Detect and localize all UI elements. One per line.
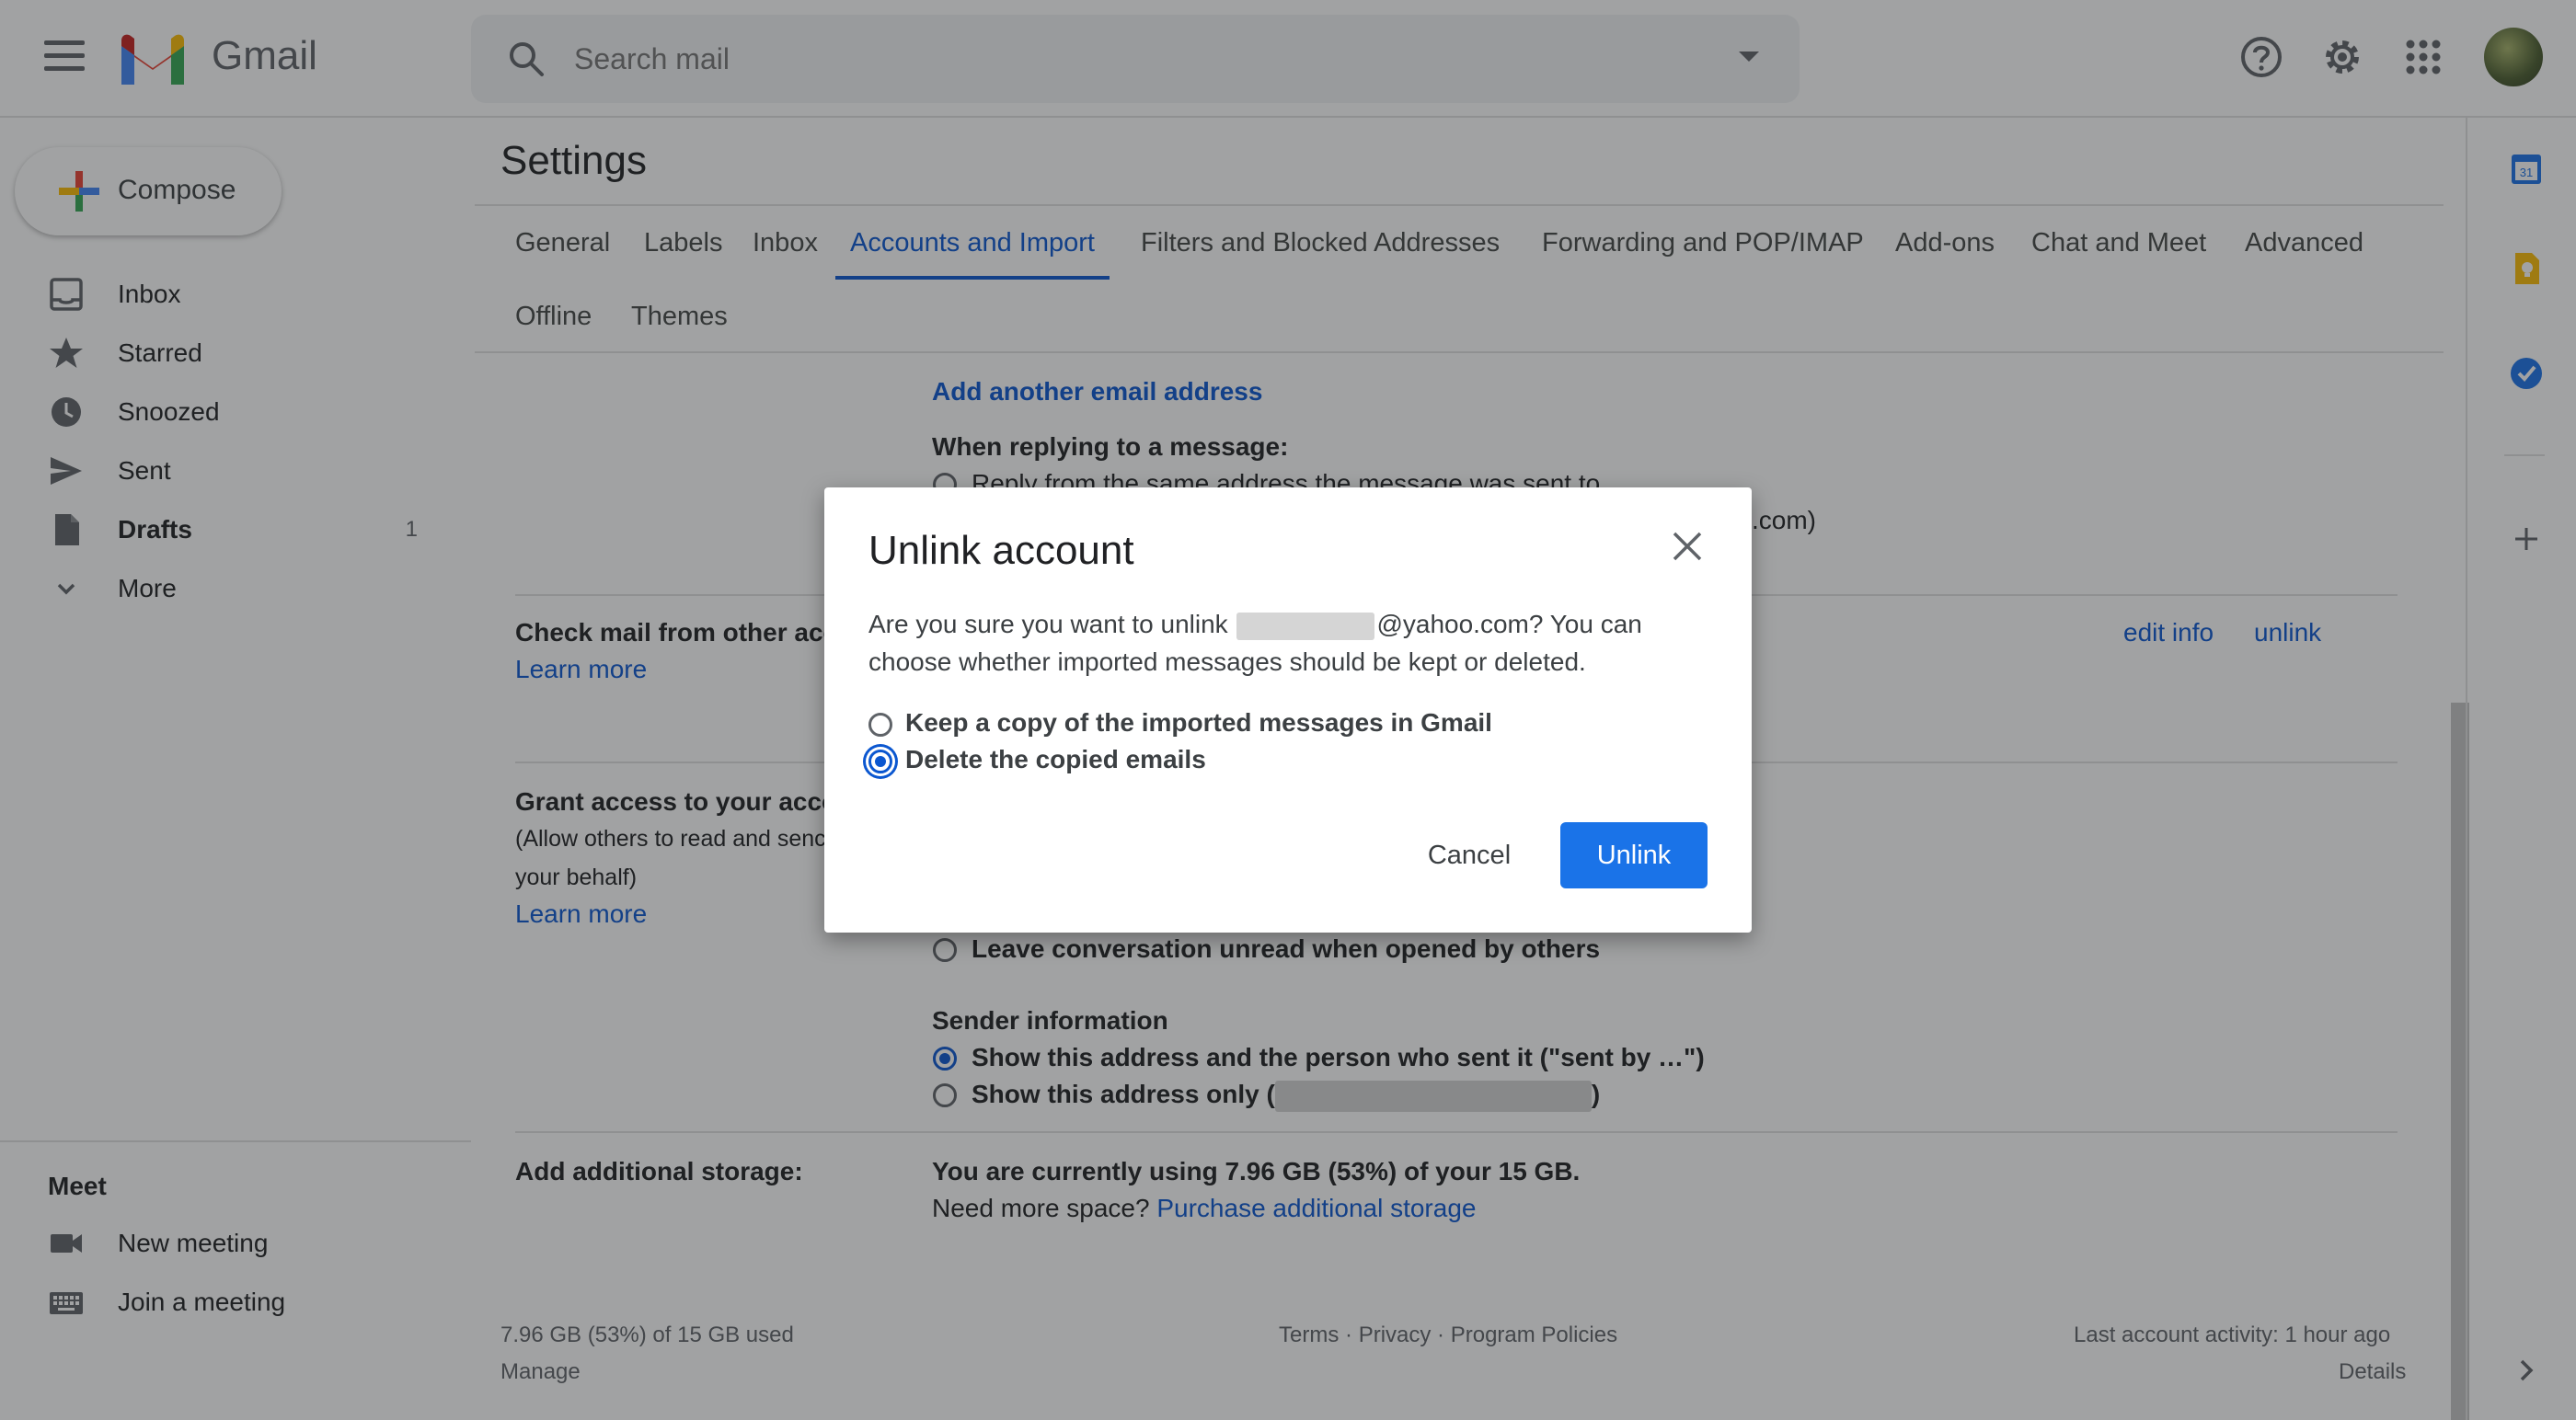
keep-copy-option[interactable]: Keep a copy of the imported messages in … xyxy=(868,708,1492,738)
delete-copied-label: Delete the copied emails xyxy=(905,745,1206,773)
redacted-username xyxy=(1236,612,1375,640)
unlink-account-dialog: Unlink account Are you sure you want to … xyxy=(824,487,1752,933)
unlink-button[interactable]: Unlink xyxy=(1560,822,1708,888)
close-icon[interactable] xyxy=(1669,528,1706,565)
dialog-title: Unlink account xyxy=(868,528,1134,573)
delete-copied-option[interactable]: Delete the copied emails xyxy=(868,745,1206,774)
dialog-message: Are you sure you want to unlink @yahoo.c… xyxy=(868,610,1642,676)
delete-copied-radio[interactable] xyxy=(868,749,892,773)
cancel-button[interactable]: Cancel xyxy=(1402,822,1536,888)
keep-copy-label: Keep a copy of the imported messages in … xyxy=(905,708,1492,737)
keep-copy-radio[interactable] xyxy=(868,712,892,737)
